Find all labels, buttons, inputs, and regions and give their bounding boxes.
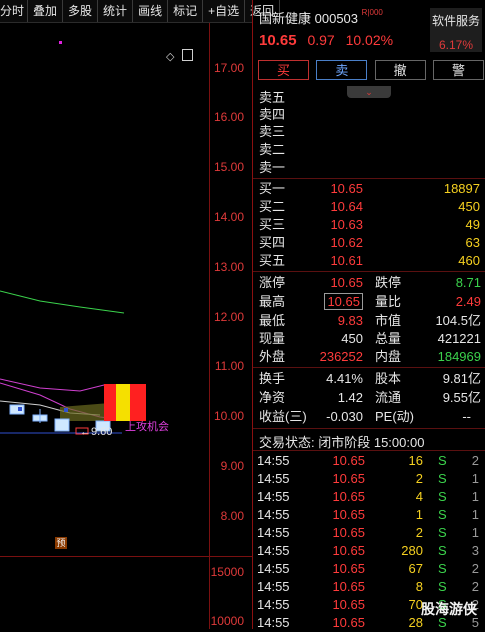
tick-row: 14:55 10.65 2 S 1	[257, 471, 479, 486]
y-tick-label: 13.00	[213, 260, 244, 274]
sector-box[interactable]: 软件服务 6.17%	[430, 8, 482, 52]
watermark: 股海游侠	[421, 601, 477, 617]
stock-code: 000503	[314, 11, 359, 26]
tick-row: 14:55 10.65 4 S 1	[257, 489, 479, 504]
y-tick-label: 9.00	[220, 459, 244, 473]
last-price: 10.65	[259, 32, 297, 49]
bid-row[interactable]: 买一 10.65 18897	[253, 180, 485, 197]
y-tick-label: 17.00	[213, 61, 244, 75]
bid-row[interactable]: 买二 10.64 450	[253, 198, 485, 215]
bid-row[interactable]: 买三 10.63 49	[253, 216, 485, 233]
diamond-icon[interactable]: ◇	[166, 51, 174, 63]
y-tick-label: 16.00	[213, 110, 244, 124]
stat-limit-up: 涨停 10.65	[259, 275, 363, 290]
stat-current-volume: 现量 450	[259, 331, 363, 346]
stat-volume-ratio: 量比 2.49	[375, 294, 481, 309]
ask-row: 卖五	[259, 90, 286, 105]
tick-row: 14:55 10.65 16 S 2	[257, 453, 479, 468]
stock-badge: R|000	[361, 8, 383, 17]
marker-dot	[59, 41, 62, 44]
stat-market-cap: 市值 104.5亿	[375, 313, 481, 328]
stat-high: 最高 10.65	[259, 293, 367, 310]
vol-tick-label: 15000	[210, 565, 244, 579]
min-price-label: ←9.60	[80, 426, 113, 438]
volume-separator	[0, 556, 252, 557]
signal-label: 上攻机会	[125, 421, 169, 433]
stat-low: 最低 9.83	[259, 313, 363, 328]
tick-row: 14:55 10.65 280 S 3	[257, 543, 479, 558]
chart-toolbar: 分时 叠加 多股 统计 画线 标记 +自选 返回	[0, 0, 281, 23]
chart-corner-icons: ◇	[166, 49, 193, 63]
stock-name: 国新健康	[259, 11, 312, 26]
toolbar-add-favorite[interactable]: +自选	[203, 0, 246, 22]
bid-row[interactable]: 买四 10.62 63	[253, 234, 485, 251]
separator	[253, 428, 485, 429]
stat-pe: PE(动) --	[375, 409, 471, 424]
cancel-order-button[interactable]: 撤	[374, 60, 426, 80]
bid-row[interactable]: 买五 10.61 460	[253, 252, 485, 269]
y-tick-label: 14.00	[213, 210, 244, 224]
signal-block-red-right	[130, 384, 146, 421]
stock-title: 国新健康 000503 R|000	[259, 8, 383, 27]
stat-shares: 股本 9.81亿	[375, 371, 481, 386]
stat-float: 流通 9.55亿	[375, 390, 481, 405]
toolbar-statistics[interactable]: 统计	[98, 0, 134, 22]
separator	[253, 271, 485, 272]
price-change: 0.97	[307, 32, 335, 48]
ask-row: 卖一	[259, 160, 286, 175]
separator	[253, 178, 485, 179]
stat-outer: 外盘 236252	[259, 349, 363, 364]
stat-turnover: 换手 4.41%	[259, 371, 363, 386]
sell-button[interactable]: 卖	[316, 60, 368, 80]
sector-label: 软件服务	[431, 14, 480, 28]
signal-block-yellow	[116, 384, 130, 421]
ask-row: 卖二	[259, 142, 286, 157]
y-tick-label: 10.00	[213, 409, 244, 423]
trade-actions: 买 卖 撤 警	[258, 60, 484, 82]
tick-row: 14:55 10.65 1 S 1	[257, 507, 479, 522]
y-tick-label: 8.00	[220, 509, 244, 523]
split-view-icon[interactable]	[181, 49, 193, 61]
stat-limit-down: 跌停 8.71	[375, 275, 481, 290]
trade-status: 交易状态: 闭市阶段 15:00:00	[259, 435, 425, 450]
price-change-pct: 10.02%	[345, 32, 394, 48]
tick-row: 14:55 10.65 8 S 2	[257, 579, 479, 594]
sector-pct: 6.17%	[438, 38, 474, 52]
stat-total-volume: 总量 421221	[375, 331, 481, 346]
stat-net-assets: 净资 1.42	[259, 390, 363, 405]
price-row: 10.65 0.97 10.02%	[259, 32, 400, 49]
separator	[253, 450, 485, 451]
y-tick-label: 15.00	[213, 160, 244, 174]
quote-panel: 国新健康 000503 R|000 10.65 0.97 10.02% 软件服务…	[253, 0, 485, 630]
tick-row: 14:55 10.65 2 S 1	[257, 525, 479, 540]
vol-tick-label: 10000	[210, 614, 244, 628]
forecast-marker[interactable]: 预	[55, 537, 67, 549]
alert-button[interactable]: 警	[432, 60, 484, 80]
buy-button[interactable]: 买	[258, 60, 309, 80]
stat-inner: 内盘 184969	[375, 349, 481, 364]
tick-row: 14:55 10.65 67 S 2	[257, 561, 479, 576]
toolbar-mark[interactable]: 标记	[168, 0, 204, 22]
y-tick-label: 11.00	[214, 359, 244, 373]
ask-row: 卖四	[259, 107, 286, 122]
small-marker	[64, 408, 68, 412]
stat-eps: 收益(三) -0.030	[259, 409, 363, 424]
toolbar-draw-line[interactable]: 画线	[133, 0, 169, 22]
separator	[253, 367, 485, 368]
small-marker	[18, 407, 22, 411]
y-tick-label: 12.00	[213, 310, 244, 324]
signal-block-red-left	[104, 384, 116, 421]
toolbar-multi-stock[interactable]: 多股	[63, 0, 99, 22]
candle	[54, 418, 70, 432]
toolbar-overlay[interactable]: 叠加	[28, 0, 64, 22]
ma-green-line	[0, 290, 125, 314]
ask-row: 卖三	[259, 124, 286, 139]
toolbar-intraday[interactable]: 分时	[0, 0, 29, 22]
